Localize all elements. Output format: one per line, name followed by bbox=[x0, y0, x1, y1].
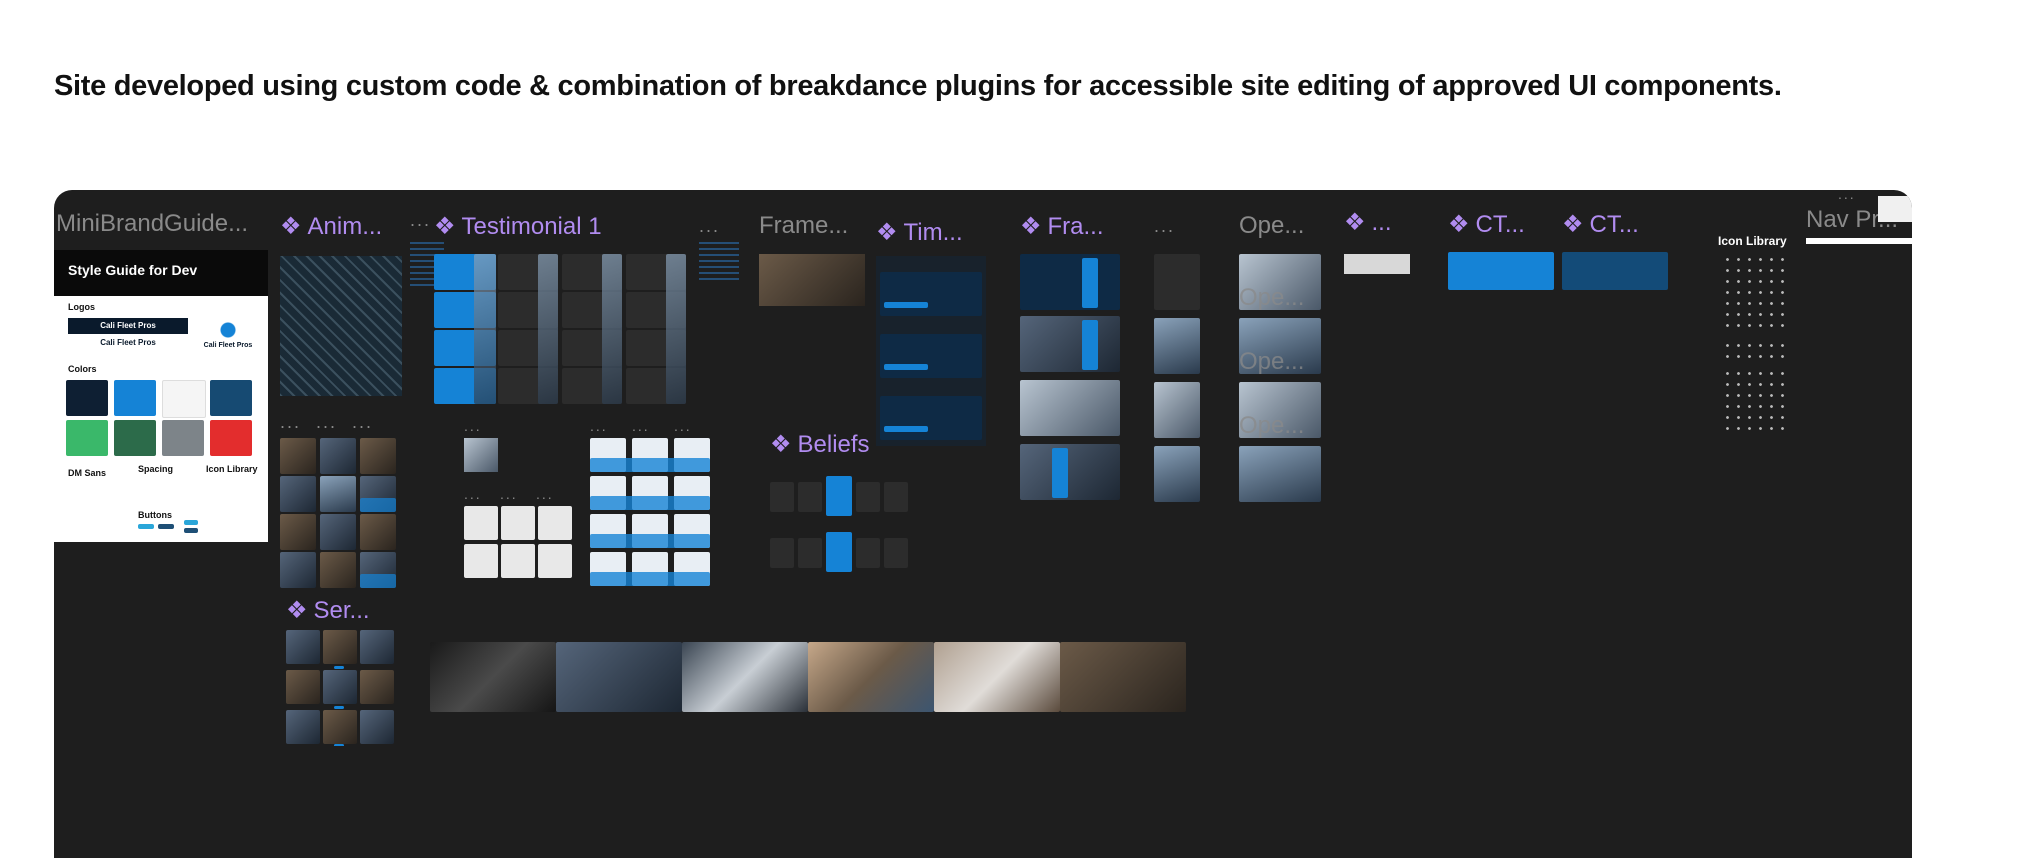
frame-label-ope-overlay[interactable]: Ope... bbox=[1239, 284, 1304, 312]
frame-label-anim[interactable]: ❖ Anim... bbox=[280, 212, 382, 241]
more-icon[interactable]: ... bbox=[1838, 190, 1856, 202]
style-guide-title: Style Guide for Dev bbox=[54, 250, 268, 296]
colors-heading: Colors bbox=[68, 364, 97, 374]
button-sample bbox=[138, 524, 154, 529]
color-swatch bbox=[114, 380, 156, 416]
cta-1-frame[interactable] bbox=[1448, 252, 1554, 290]
color-swatch bbox=[114, 420, 156, 456]
component-icon: ❖ bbox=[770, 431, 792, 458]
more-icon[interactable]: ... bbox=[500, 486, 518, 502]
nav-bar-frame[interactable] bbox=[1806, 238, 1912, 244]
more-icon[interactable]: ... bbox=[1154, 216, 1175, 237]
anim-frame[interactable] bbox=[280, 256, 402, 396]
more-icon[interactable]: ... bbox=[464, 486, 482, 502]
font-heading: DM Sans bbox=[68, 468, 107, 478]
component-frame[interactable] bbox=[1344, 254, 1410, 274]
ellipsis-frame[interactable] bbox=[1154, 254, 1200, 504]
frame-label-ope[interactable]: Ope... bbox=[1239, 212, 1304, 240]
more-icon[interactable]: ... bbox=[280, 412, 301, 433]
design-canvas[interactable]: MiniBrandGuide... Style Guide for Dev Lo… bbox=[54, 190, 1912, 858]
more-icon[interactable]: ... bbox=[699, 216, 720, 237]
color-swatch bbox=[66, 420, 108, 456]
frame-label-cta-1[interactable]: ❖ CT... bbox=[1448, 210, 1525, 239]
frame-label-mini-brand-guide[interactable]: MiniBrandGuide... bbox=[56, 210, 248, 238]
logo-stacked: Cali Fleet Pros bbox=[202, 320, 254, 349]
component-icon: ❖ bbox=[1448, 211, 1470, 238]
frame-label-component[interactable]: ❖... bbox=[1344, 208, 1392, 237]
logo-light: Cali Fleet Pros bbox=[100, 338, 156, 347]
button-sample bbox=[184, 520, 198, 525]
button-sample bbox=[184, 528, 198, 533]
frame-label-cta-2[interactable]: ❖ CT... bbox=[1562, 210, 1639, 239]
frame-label-timeline[interactable]: ❖ Tim... bbox=[876, 218, 963, 247]
component-icon: ❖ bbox=[434, 213, 456, 240]
color-swatch bbox=[66, 380, 108, 416]
text-snippet bbox=[699, 242, 739, 282]
fra-frame[interactable] bbox=[1020, 254, 1120, 504]
color-swatch bbox=[162, 420, 204, 456]
icon-grid bbox=[1722, 368, 1786, 438]
style-guide-frame[interactable]: Style Guide for Dev Logos Cali Fleet Pro… bbox=[54, 250, 268, 542]
team-grid-frame[interactable] bbox=[590, 438, 712, 588]
frame-label-testimonial[interactable]: ❖ Testimonial 1 bbox=[434, 212, 602, 241]
component-icon: ❖ bbox=[286, 597, 308, 624]
card-grid-frame[interactable] bbox=[280, 438, 398, 588]
color-swatch bbox=[210, 420, 252, 456]
frame-thumbnail[interactable] bbox=[759, 254, 865, 306]
button-sample bbox=[158, 524, 174, 529]
component-icon: ❖ bbox=[1020, 213, 1042, 240]
nav-dropdown-frame[interactable] bbox=[1878, 196, 1912, 222]
frame-label-ope-overlay[interactable]: Ope... bbox=[1239, 348, 1304, 376]
icon-library-heading: Icon Library bbox=[206, 464, 258, 474]
beliefs-frame[interactable] bbox=[770, 472, 910, 582]
more-icon[interactable]: ... bbox=[352, 412, 373, 433]
frame-label-ope-overlay[interactable]: Ope... bbox=[1239, 412, 1304, 440]
frame-label-frame[interactable]: Frame... bbox=[759, 212, 848, 240]
more-icon[interactable]: ... bbox=[632, 418, 650, 434]
timeline-frame[interactable] bbox=[876, 256, 986, 446]
spacing-heading: Spacing bbox=[138, 464, 174, 474]
photo-strip[interactable] bbox=[430, 642, 1560, 712]
component-icon: ❖ bbox=[1344, 209, 1366, 236]
logos-heading: Logos bbox=[68, 302, 95, 312]
component-icon: ❖ bbox=[876, 219, 898, 246]
more-icon[interactable]: ... bbox=[410, 210, 431, 231]
buttons-heading: Buttons bbox=[138, 510, 172, 520]
more-icon[interactable]: ... bbox=[590, 418, 608, 434]
more-icon[interactable]: ... bbox=[674, 418, 692, 434]
component-icon: ❖ bbox=[1562, 211, 1584, 238]
testimonial-grid[interactable] bbox=[434, 254, 690, 404]
frame-label-beliefs[interactable]: ❖ Beliefs bbox=[770, 430, 870, 459]
more-icon[interactable]: ... bbox=[536, 486, 554, 502]
logo-dark: Cali Fleet Pros bbox=[68, 318, 188, 334]
services-frame[interactable] bbox=[286, 630, 394, 746]
page-headline: Site developed using custom code & combi… bbox=[54, 70, 1782, 102]
team-photo-frame[interactable] bbox=[464, 506, 572, 580]
small-thumbnail[interactable] bbox=[464, 438, 498, 472]
icon-grid bbox=[1722, 254, 1786, 334]
icon-library-title[interactable]: Icon Library bbox=[1718, 234, 1787, 248]
color-swatch bbox=[210, 380, 252, 416]
icon-grid bbox=[1722, 340, 1786, 360]
cta-2-frame[interactable] bbox=[1562, 252, 1668, 290]
more-icon[interactable]: ... bbox=[316, 412, 337, 433]
component-icon: ❖ bbox=[280, 213, 302, 240]
frame-label-fra[interactable]: ❖ Fra... bbox=[1020, 212, 1104, 241]
frame-label-services[interactable]: ❖ Ser... bbox=[286, 596, 370, 625]
more-icon[interactable]: ... bbox=[464, 418, 482, 434]
color-swatch bbox=[162, 380, 206, 418]
